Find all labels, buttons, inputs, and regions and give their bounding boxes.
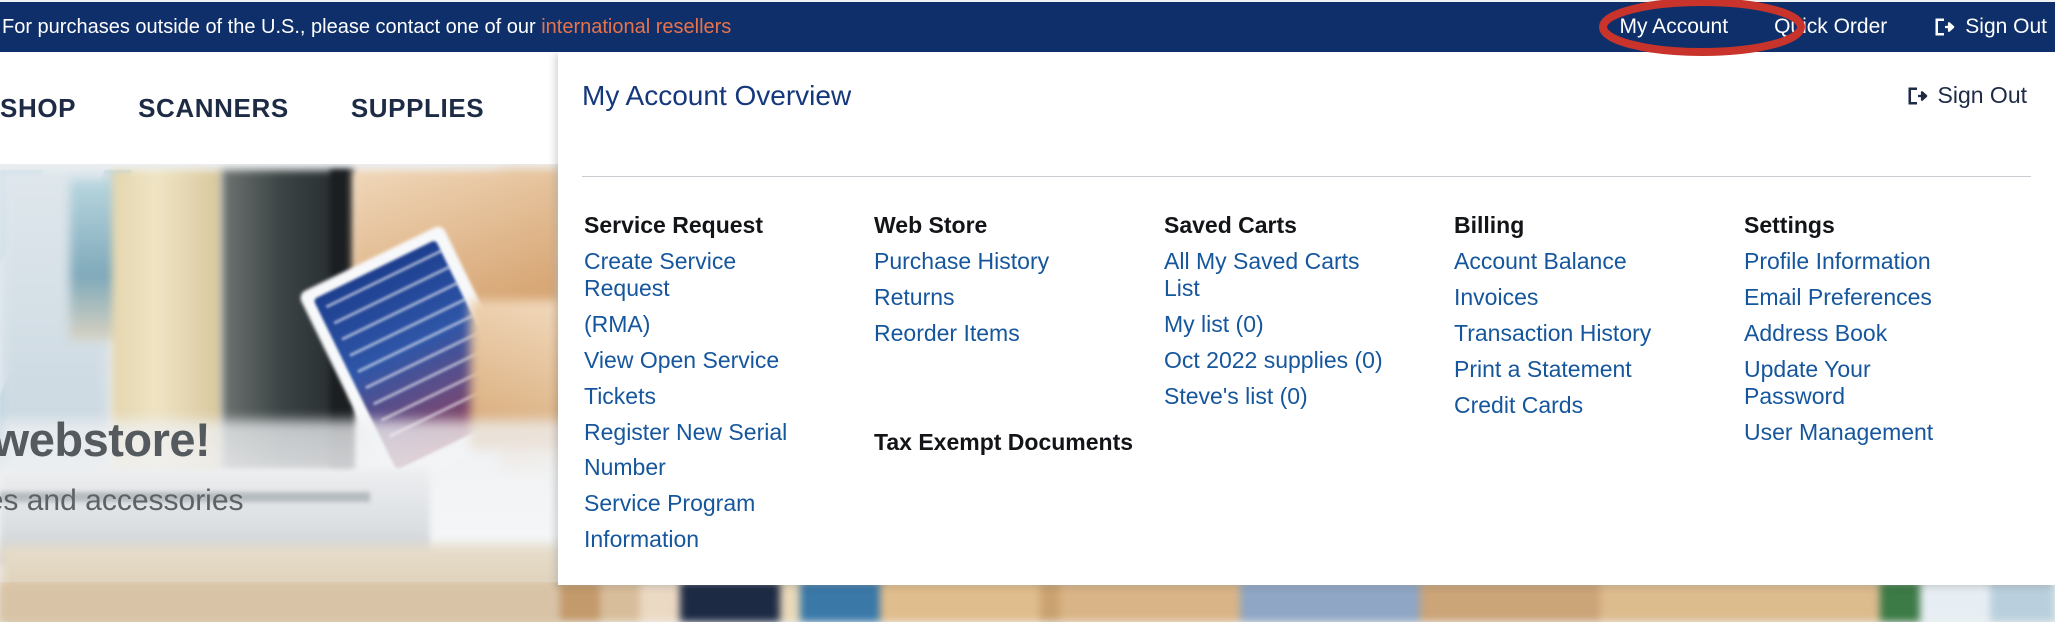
main-nav-items: SHOP SCANNERS SUPPLIES	[0, 52, 484, 164]
quick-order-label: Quick Order	[1774, 15, 1888, 38]
nav-item-shop[interactable]: SHOP	[0, 93, 76, 124]
link-oct-2022-supplies[interactable]: Oct 2022 supplies (0)	[1164, 347, 1396, 374]
dropdown-header: My Account Overview Sign Out	[582, 80, 2031, 140]
link-create-service-request-rma[interactable]: (RMA)	[584, 311, 820, 338]
my-account-button[interactable]: My Account	[1620, 15, 1729, 39]
link-register-new-serial-number[interactable]: Number	[584, 454, 820, 481]
link-address-book[interactable]: Address Book	[1744, 320, 1966, 347]
sign-out-icon	[1933, 16, 1955, 38]
top-sign-out-button[interactable]: Sign Out	[1933, 15, 2047, 39]
column-heading-settings: Settings	[1744, 212, 1835, 238]
link-returns[interactable]: Returns	[874, 284, 1100, 311]
my-account-dropdown-panel: My Account Overview Sign Out Service Req…	[558, 52, 2055, 585]
resellers-message-text: For purchases outside of the U.S., pleas…	[2, 15, 542, 38]
link-transaction-history[interactable]: Transaction History	[1454, 320, 1684, 347]
link-email-preferences[interactable]: Email Preferences	[1744, 284, 1966, 311]
hero-headline: to our webstore!	[0, 413, 211, 466]
page-root: to our webstore! ers, supplies and acces…	[0, 0, 2055, 622]
hero-bottom-photo-strip-inner	[0, 582, 2055, 622]
international-resellers-link[interactable]: international resellers	[541, 16, 731, 38]
utility-topbar-actions: My Account Quick Order Sign Out	[1620, 2, 2047, 52]
dropdown-column-settings: Settings Profile Information Email Prefe…	[1744, 212, 1966, 562]
link-update-your-password[interactable]: Update Your Password	[1744, 356, 1966, 410]
link-account-balance[interactable]: Account Balance	[1454, 248, 1684, 275]
link-my-list[interactable]: My list (0)	[1164, 311, 1396, 338]
column-heading-tax-exempt-documents: Tax Exempt Documents	[874, 428, 1134, 455]
link-profile-information[interactable]: Profile Information	[1744, 248, 1966, 275]
dropdown-sign-out-button[interactable]: Sign Out	[1906, 82, 2028, 109]
dropdown-column-service-request: Service Request Create Service Request (…	[584, 212, 820, 562]
quick-order-button[interactable]: Quick Order	[1774, 15, 1887, 39]
link-register-new-serial[interactable]: Register New Serial	[584, 419, 820, 446]
link-invoices[interactable]: Invoices	[1454, 284, 1684, 311]
dropdown-column-billing: Billing Account Balance Invoices Transac…	[1454, 212, 1684, 562]
link-service-program-information[interactable]: Information	[584, 526, 820, 553]
link-all-my-saved-carts-list[interactable]: All My Saved Carts List	[1164, 248, 1396, 302]
dropdown-divider	[582, 176, 2031, 177]
sign-out-icon	[1906, 85, 1928, 107]
nav-item-supplies[interactable]: SUPPLIES	[351, 93, 484, 124]
hero-subline: ers, supplies and accessories	[0, 484, 244, 517]
top-sign-out-label: Sign Out	[1965, 15, 2047, 38]
my-account-label: My Account	[1619, 15, 1729, 38]
column-heading-saved-carts: Saved Carts	[1164, 212, 1297, 238]
link-create-service-request[interactable]: Create Service Request	[584, 248, 820, 302]
column-heading-web-store: Web Store	[874, 212, 988, 238]
link-credit-cards[interactable]: Credit Cards	[1454, 392, 1684, 419]
column-heading-billing: Billing	[1454, 212, 1525, 238]
link-view-open-service[interactable]: View Open Service	[584, 347, 820, 374]
link-user-management[interactable]: User Management	[1744, 419, 1966, 446]
international-resellers-message: For purchases outside of the U.S., pleas…	[0, 16, 731, 39]
dropdown-column-saved-carts: Saved Carts All My Saved Carts List My l…	[1164, 212, 1396, 562]
dropdown-sign-out-label: Sign Out	[1937, 82, 2028, 108]
dropdown-columns: Service Request Create Service Request (…	[584, 212, 2045, 562]
link-print-a-statement[interactable]: Print a Statement	[1454, 356, 1684, 383]
link-view-open-service-tickets[interactable]: Tickets	[584, 383, 820, 410]
link-reorder-items[interactable]: Reorder Items	[874, 320, 1100, 347]
link-service-program[interactable]: Service Program	[584, 490, 820, 517]
dropdown-title: My Account Overview	[582, 80, 852, 111]
nav-item-scanners[interactable]: SCANNERS	[138, 93, 289, 124]
dropdown-column-web-store: Web Store Purchase History Returns Reord…	[874, 212, 1134, 562]
column-heading-service-request: Service Request	[584, 212, 763, 238]
link-purchase-history[interactable]: Purchase History	[874, 248, 1100, 275]
link-steves-list[interactable]: Steve's list (0)	[1164, 383, 1396, 410]
utility-topbar: For purchases outside of the U.S., pleas…	[0, 2, 2055, 52]
hero-bottom-photo-strip	[0, 582, 2055, 622]
